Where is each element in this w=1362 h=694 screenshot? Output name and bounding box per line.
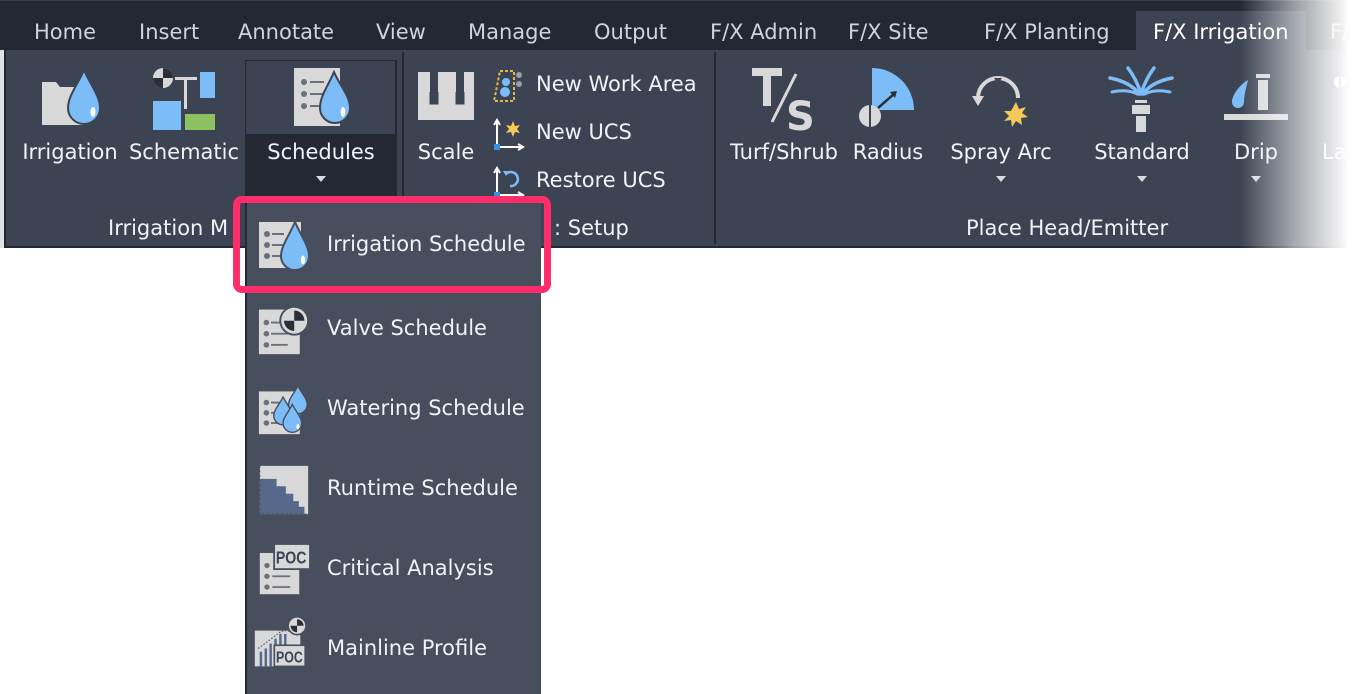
critical-analysis-icon: POC [259, 544, 311, 595]
tab-fx-planting[interactable]: F/X Planting [984, 11, 1110, 51]
spray-arc-icon [972, 76, 1028, 127]
tab-output[interactable]: Output [594, 11, 667, 51]
watering-schedule-icon [258, 384, 308, 435]
schedule-drop-icon [294, 68, 352, 126]
menu-item-label: Valve Schedule [327, 316, 487, 340]
standard-button[interactable]: Standard [1086, 60, 1198, 196]
chevron-down-icon[interactable] [316, 176, 326, 182]
tab-fx-site[interactable]: F/X Site [848, 11, 929, 51]
new-ucs-button[interactable]: New UCS [490, 116, 704, 152]
mainline-profile-icon: POC [254, 616, 307, 668]
sprinkler-icon [1108, 66, 1174, 132]
scale-button[interactable]: Scale [408, 60, 484, 196]
standard-label: Standard [1094, 140, 1190, 164]
svg-text:S: S [786, 94, 815, 134]
schematic-button[interactable]: Schematic [126, 60, 242, 196]
group-label-project-setup: : Setup [554, 216, 629, 240]
menu-item-label: Mainline Profile [327, 636, 488, 660]
restore-ucs-button[interactable]: Restore UCS [490, 164, 704, 200]
chevron-down-icon[interactable] [996, 176, 1006, 182]
svg-text:POC: POC [276, 548, 307, 568]
ribbon-tab-bar: Home Insert Annotate View Manage Output … [0, 0, 1362, 51]
menu-item-label: Runtime Schedule [327, 476, 518, 500]
restore-ucs-label: Restore UCS [536, 168, 666, 192]
radius-label: Radius [852, 140, 924, 164]
turf-shrub-button[interactable]: S Turf/Shrub [724, 60, 844, 196]
irrigation-label: Irrigation [22, 140, 118, 164]
schematic-icon [153, 68, 215, 130]
new-work-area-button[interactable]: New Work Area [490, 68, 704, 104]
valve-schedule-icon [258, 305, 310, 355]
work-area-icon [492, 70, 522, 102]
turf-shrub-label: Turf/Shrub [730, 140, 838, 164]
new-ucs-icon [493, 118, 525, 151]
irrigation-button[interactable]: Irrigation [18, 60, 122, 196]
chevron-down-icon[interactable] [1137, 176, 1147, 182]
group-separator [714, 52, 716, 244]
menu-item-watering-schedule[interactable]: Watering Schedule [247, 368, 539, 448]
menu-item-mainline-profile[interactable]: POC Mainline Profile [247, 608, 539, 688]
radius-button[interactable]: Radius [846, 60, 930, 196]
ribbon-fade-overlay [1240, 0, 1362, 248]
menu-item-label: Critical Analysis [327, 556, 494, 580]
menu-item-critical-analysis[interactable]: POC Critical Analysis [247, 528, 539, 608]
group-label-place-head-emitter: Place Head/Emitter [966, 216, 1169, 240]
menu-item-valve-schedule[interactable]: Valve Schedule [247, 288, 539, 368]
highlight-annotation-box [233, 196, 551, 293]
new-ucs-label: New UCS [536, 120, 632, 144]
svg-text:POC: POC [276, 649, 303, 666]
scale-icon [418, 72, 474, 120]
schedules-label: Schedules [267, 140, 375, 164]
tab-manage[interactable]: Manage [468, 11, 551, 51]
tab-annotate[interactable]: Annotate [238, 11, 334, 51]
spray-arc-label: Spray Arc [950, 140, 1052, 164]
menu-item-runtime-schedule[interactable]: Runtime Schedule [247, 448, 539, 528]
tab-home[interactable]: Home [34, 11, 96, 51]
schematic-label: Schematic [128, 140, 240, 164]
tab-fx-admin[interactable]: F/X Admin [710, 11, 817, 51]
radius-icon [859, 68, 914, 127]
folder-drop-icon [42, 68, 100, 125]
new-work-area-label: New Work Area [536, 72, 697, 96]
restore-ucs-icon [493, 166, 525, 199]
tab-view[interactable]: View [376, 11, 426, 51]
scale-label: Scale [417, 140, 475, 164]
turf-shrub-icon: S [752, 68, 815, 134]
runtime-schedule-icon [259, 465, 309, 515]
menu-item-label: Watering Schedule [327, 396, 525, 420]
spray-arc-button[interactable]: Spray Arc [944, 60, 1058, 196]
tab-insert[interactable]: Insert [139, 11, 199, 51]
group-label-irrigation-manager: Irrigation M [108, 216, 229, 240]
